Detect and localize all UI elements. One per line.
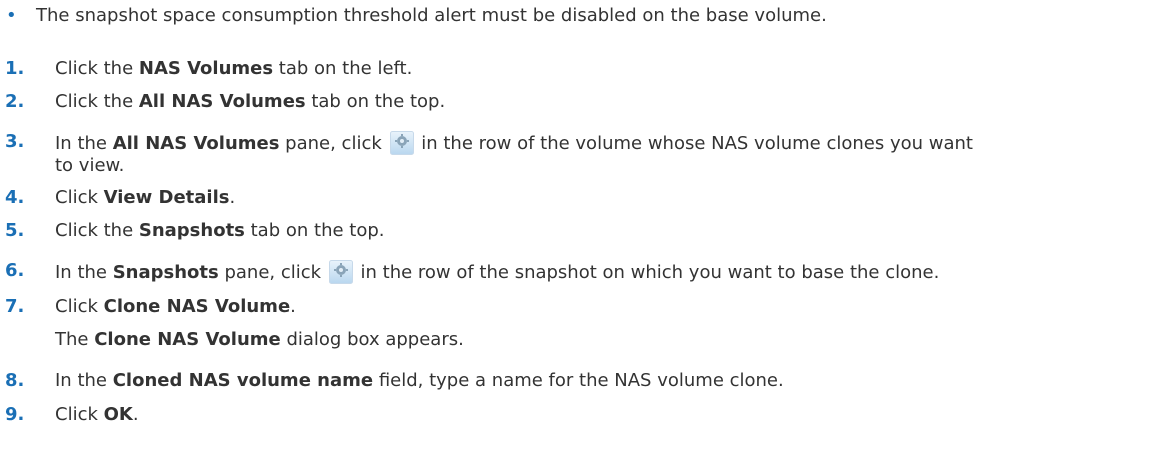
step-text: In the Cloned NAS volume name field, typ…: [55, 370, 784, 392]
step-result-text: The Clone NAS Volume dialog box appears.: [55, 329, 464, 351]
step-text-pre: Click: [55, 296, 104, 317]
step-text: Click the All NAS Volumes tab on the top…: [55, 91, 445, 113]
step-text-continuation: to view.: [55, 155, 125, 176]
ui-term: Snapshots: [138, 220, 245, 241]
step-text: Click the NAS Volumes tab on the left.: [55, 58, 412, 80]
step-number: 4.: [5, 187, 25, 208]
step-text: In the All NAS Volumes pane, click in th…: [55, 131, 973, 155]
ui-term: Clone NAS Volume: [103, 296, 291, 317]
ui-term: All NAS Volumes: [138, 91, 306, 112]
gear-icon: [328, 260, 353, 284]
step-text: Click the Snapshots tab on the top.: [55, 220, 385, 242]
step-text-post: tab on the top.: [244, 220, 385, 241]
step-text-post: in the row of the volume whose NAS volum…: [415, 133, 973, 154]
step-number: 6.: [5, 260, 25, 281]
result-text-post: dialog box appears.: [280, 329, 464, 350]
step-text-pre: Click the: [55, 220, 139, 241]
step-text-pre: Click the: [55, 91, 139, 112]
prerequisite-text: The snapshot space consumption threshold…: [36, 5, 827, 26]
step-number: 1.: [5, 58, 25, 79]
step-number: 8.: [5, 370, 25, 391]
step-text: Click Clone NAS Volume.: [55, 296, 296, 318]
step-text-pre: In the: [55, 370, 113, 391]
step-text-mid: pane, click: [279, 133, 388, 154]
step-text-post: in the row of the snapshot on which you …: [354, 262, 940, 283]
step-number: 9.: [5, 404, 25, 425]
step-number: 5.: [5, 220, 25, 241]
step-text-post: .: [229, 187, 236, 208]
step-text-post: .: [132, 404, 139, 425]
step-text: Click OK.: [55, 404, 139, 426]
step-text-post: field, type a name for the NAS volume cl…: [373, 370, 784, 391]
step-text-post: .: [290, 296, 296, 317]
step-text-pre: In the: [55, 133, 113, 154]
ui-term: Clone NAS Volume: [94, 329, 281, 350]
step-number: 3.: [5, 131, 25, 152]
step-text-pre: Click: [55, 187, 104, 208]
ui-term: All NAS Volumes: [112, 133, 280, 154]
ui-term: View Details: [103, 187, 230, 208]
result-text-pre: The: [55, 329, 95, 350]
ui-term: Snapshots: [112, 262, 219, 283]
step-number: 2.: [5, 91, 25, 112]
step-text: In the Snapshots pane, click in the row …: [55, 260, 939, 284]
step-text: Click View Details.: [55, 187, 235, 209]
step-number: 7.: [5, 296, 25, 317]
ui-term: Cloned NAS volume name: [112, 370, 374, 391]
ui-term: NAS Volumes: [138, 58, 274, 79]
step-text-post: tab on the top.: [305, 91, 446, 112]
step-text-post: tab on the left.: [273, 58, 413, 79]
ui-term: OK: [103, 404, 133, 425]
step-text-pre: In the: [55, 262, 113, 283]
step-text-pre: Click the: [55, 58, 139, 79]
bullet-marker: •: [6, 5, 17, 26]
step-text-mid: pane, click: [218, 262, 327, 283]
gear-icon: [389, 131, 414, 155]
step-text-pre: Click: [55, 404, 104, 425]
